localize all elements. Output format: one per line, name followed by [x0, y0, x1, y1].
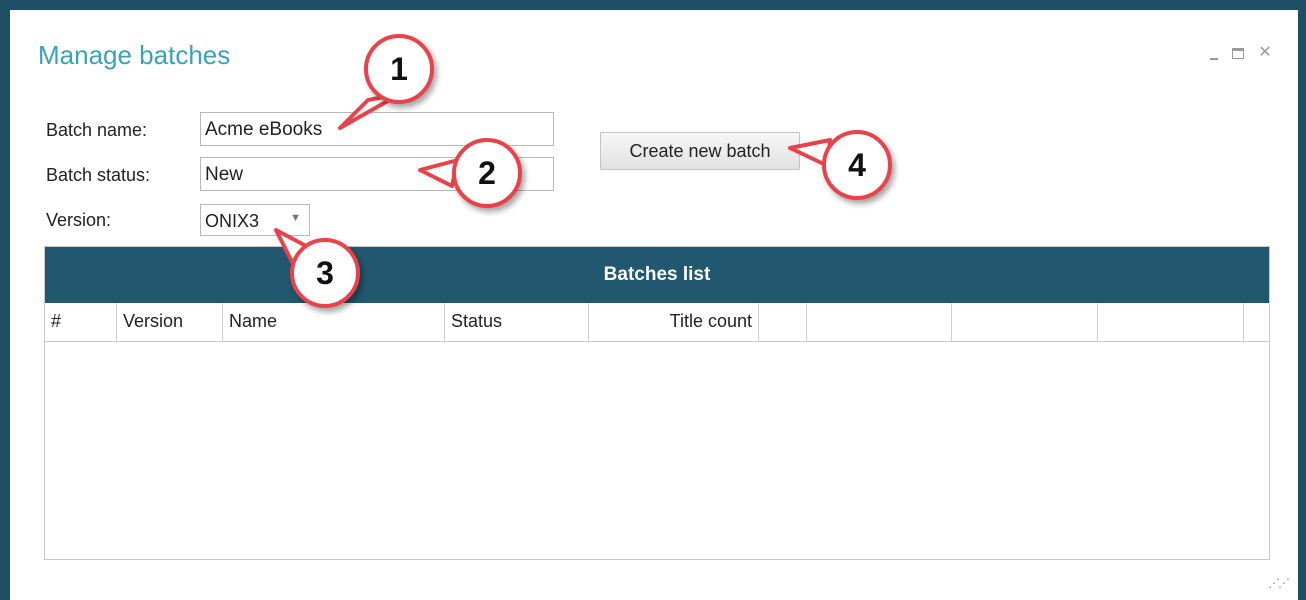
batches-grid: Batches list # Version Name Status Title…	[44, 246, 1270, 560]
minimize-icon[interactable]	[1210, 52, 1218, 60]
callout-2: 2	[452, 138, 522, 208]
column-header-empty-5[interactable]	[1244, 303, 1269, 341]
batch-name-label: Batch name:	[46, 120, 148, 140]
window-title: Manage batches	[38, 40, 231, 70]
window-controls: ✕	[1210, 45, 1272, 61]
column-header-empty-1[interactable]	[759, 303, 807, 341]
version-select[interactable]: ONIX3 ▼	[200, 204, 310, 236]
version-select-value: ONIX3	[205, 211, 260, 231]
resize-grip-icon[interactable]: ⋰⋰	[1268, 576, 1290, 590]
grid-column-headers: # Version Name Status Title count	[45, 303, 1269, 342]
callout-1: 1	[364, 34, 434, 104]
column-header-title-count[interactable]: Title count	[589, 303, 759, 341]
column-header-status[interactable]: Status	[445, 303, 589, 341]
callout-4: 4	[822, 130, 892, 200]
column-header-empty-4[interactable]	[1098, 303, 1244, 341]
callout-4-label: 4	[822, 130, 892, 200]
column-header-name[interactable]: Name	[223, 303, 445, 341]
callout-3-label: 3	[290, 238, 360, 308]
column-header-version[interactable]: Version	[117, 303, 223, 341]
chevron-down-icon[interactable]: ▼	[290, 212, 301, 224]
batch-status-label: Batch status:	[46, 165, 151, 185]
callout-2-label: 2	[452, 138, 522, 208]
maximize-icon[interactable]	[1232, 48, 1244, 59]
grid-body	[45, 342, 1269, 560]
close-icon[interactable]: ✕	[1258, 45, 1272, 61]
column-header-number[interactable]: #	[45, 303, 117, 341]
create-new-batch-button[interactable]: Create new batch	[600, 132, 800, 170]
manage-batches-window: Manage batches ✕ Batch name: Acme eBooks…	[10, 10, 1298, 600]
callout-3: 3	[290, 238, 360, 308]
column-header-empty-3[interactable]	[952, 303, 1098, 341]
batches-list-header: Batches list	[45, 247, 1269, 303]
column-header-empty-2[interactable]	[807, 303, 952, 341]
callout-1-label: 1	[364, 34, 434, 104]
version-label: Version:	[46, 210, 112, 230]
